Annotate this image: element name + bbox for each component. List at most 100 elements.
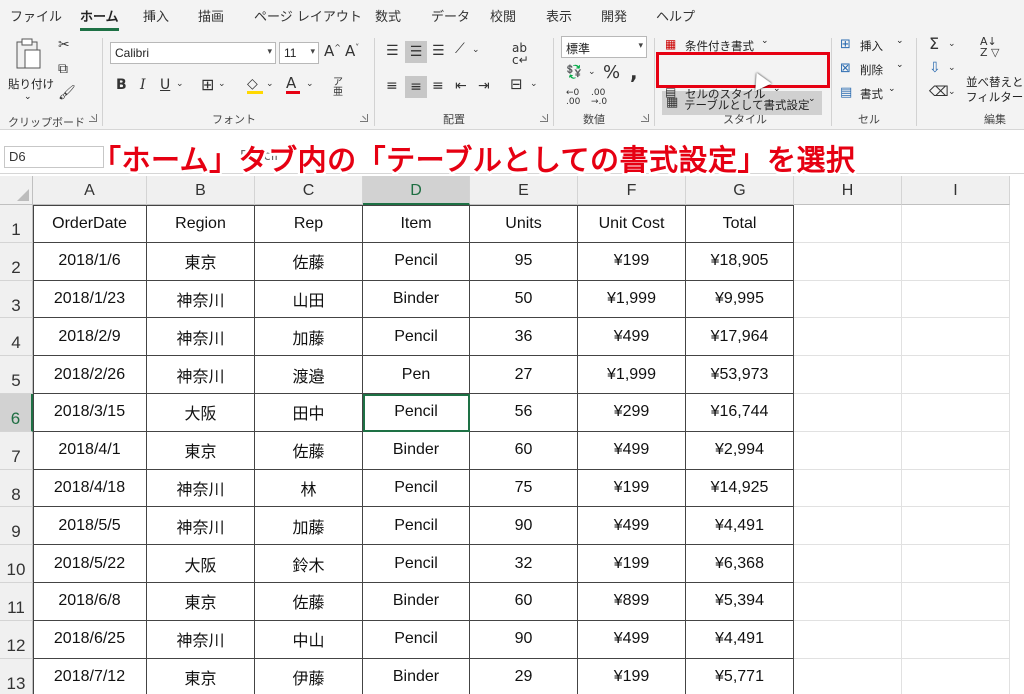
- column-header-f[interactable]: F: [578, 176, 686, 205]
- grow-font-icon[interactable]: A^: [324, 44, 341, 59]
- delete-cells-button[interactable]: ⊠ 削除 ⌄: [840, 60, 910, 80]
- table-cell[interactable]: ¥17,964: [686, 318, 794, 357]
- table-cell[interactable]: 2018/6/25: [33, 620, 147, 659]
- format-cells-button[interactable]: ▤ 書式 ⌄: [840, 84, 910, 104]
- insert-cells-button[interactable]: ⊞ 挿入 ⌄: [840, 36, 910, 56]
- table-cell[interactable]: Pencil: [363, 620, 470, 659]
- table-cell[interactable]: [902, 394, 1010, 432]
- copy-icon[interactable]: ⧉: [58, 62, 68, 76]
- chevron-down-icon[interactable]: ⌄: [948, 64, 956, 73]
- chevron-down-icon[interactable]: ⌄: [588, 68, 596, 77]
- table-cell[interactable]: 2018/4/18: [33, 469, 147, 508]
- table-cell[interactable]: 90: [470, 620, 578, 659]
- table-cell[interactable]: [902, 658, 1010, 694]
- increase-decimal-icon[interactable]: ←0.00: [566, 89, 580, 107]
- row-header-3[interactable]: 3: [0, 280, 33, 319]
- number-format-select[interactable]: 標準 ▾: [561, 36, 647, 58]
- table-cell[interactable]: 32: [470, 545, 578, 583]
- column-header-e[interactable]: E: [470, 176, 578, 205]
- table-cell[interactable]: Pencil: [363, 545, 470, 583]
- paste-button[interactable]: 貼り付け ⌄: [6, 38, 54, 104]
- table-cell[interactable]: 神奈川: [147, 318, 255, 357]
- chevron-down-icon[interactable]: ⌄: [948, 88, 956, 97]
- font-launcher-icon[interactable]: [360, 114, 368, 122]
- comma-style-icon[interactable]: ,: [630, 62, 638, 82]
- font-name-select[interactable]: Calibri ▾: [110, 42, 276, 64]
- table-cell[interactable]: Binder: [363, 658, 470, 694]
- align-top-icon[interactable]: ☰: [386, 44, 399, 58]
- percent-icon[interactable]: %: [603, 64, 620, 82]
- chevron-down-icon[interactable]: ⌄: [530, 80, 538, 89]
- table-cell[interactable]: [794, 469, 902, 508]
- align-left-icon[interactable]: ≡: [386, 79, 398, 93]
- table-cell[interactable]: ¥53,973: [686, 356, 794, 394]
- table-cell[interactable]: 佐藤: [255, 583, 363, 621]
- tab-review[interactable]: 校閲: [490, 6, 516, 25]
- row-header-6[interactable]: 6: [0, 394, 33, 432]
- tab-formulas[interactable]: 数式: [375, 6, 401, 25]
- table-cell[interactable]: 大阪: [147, 545, 255, 583]
- table-cell[interactable]: 29: [470, 658, 578, 694]
- select-all-corner[interactable]: [0, 176, 33, 205]
- table-cell[interactable]: 2018/1/23: [33, 280, 147, 319]
- table-cell[interactable]: 2018/2/26: [33, 356, 147, 394]
- tab-home[interactable]: ホーム: [80, 6, 119, 31]
- clipboard-launcher-icon[interactable]: [89, 114, 97, 122]
- table-cell[interactable]: 2018/4/1: [33, 431, 147, 470]
- wrap-text-icon[interactable]: ab c↵: [512, 42, 529, 66]
- table-cell[interactable]: 神奈川: [147, 280, 255, 319]
- table-cell[interactable]: Pencil: [363, 507, 470, 546]
- table-cell[interactable]: ¥14,925: [686, 469, 794, 508]
- table-cell[interactable]: [902, 469, 1010, 508]
- tab-draw[interactable]: 描画: [198, 6, 224, 25]
- alignment-launcher-icon[interactable]: [540, 114, 548, 122]
- column-header-i[interactable]: I: [902, 176, 1010, 205]
- table-cell[interactable]: 60: [470, 431, 578, 470]
- column-header-c[interactable]: C: [255, 176, 363, 205]
- table-cell[interactable]: [902, 620, 1010, 659]
- table-cell[interactable]: [794, 356, 902, 394]
- column-header-a[interactable]: A: [33, 176, 147, 205]
- table-cell[interactable]: ¥499: [578, 620, 686, 659]
- table-cell[interactable]: ¥18,905: [686, 242, 794, 281]
- chevron-down-icon[interactable]: ⌄: [948, 40, 956, 49]
- table-cell[interactable]: [794, 280, 902, 319]
- table-cell[interactable]: 東京: [147, 242, 255, 281]
- cut-icon[interactable]: ✂: [58, 38, 70, 52]
- table-cell[interactable]: ¥199: [578, 242, 686, 281]
- table-cell[interactable]: ¥5,394: [686, 583, 794, 621]
- chevron-down-icon[interactable]: ⌄: [266, 80, 274, 89]
- row-header-9[interactable]: 9: [0, 507, 33, 546]
- row-header-11[interactable]: 11: [0, 583, 33, 621]
- table-cell[interactable]: 95: [470, 242, 578, 281]
- italic-icon[interactable]: I: [140, 78, 146, 92]
- table-cell[interactable]: 60: [470, 583, 578, 621]
- table-cell[interactable]: [794, 318, 902, 357]
- table-cell[interactable]: ¥499: [578, 318, 686, 357]
- table-cell[interactable]: 2018/1/6: [33, 242, 147, 281]
- column-header-b[interactable]: B: [147, 176, 255, 205]
- table-cell[interactable]: ¥1,999: [578, 356, 686, 394]
- table-cell[interactable]: 2018/5/22: [33, 545, 147, 583]
- table-cell[interactable]: [902, 507, 1010, 546]
- name-box[interactable]: D6: [4, 146, 104, 168]
- table-cell[interactable]: ¥5,771: [686, 658, 794, 694]
- orientation-icon[interactable]: ⟋: [455, 42, 465, 56]
- table-cell[interactable]: [902, 318, 1010, 357]
- table-cell[interactable]: 神奈川: [147, 507, 255, 546]
- table-cell[interactable]: [794, 431, 902, 470]
- column-header-d[interactable]: D: [363, 176, 470, 205]
- table-cell[interactable]: 山田: [255, 280, 363, 319]
- tab-help[interactable]: ヘルプ: [656, 6, 695, 25]
- table-cell[interactable]: 2018/3/15: [33, 394, 147, 432]
- row-header-7[interactable]: 7: [0, 431, 33, 470]
- table-cell[interactable]: 加藤: [255, 318, 363, 357]
- table-cell[interactable]: ¥9,995: [686, 280, 794, 319]
- row-header-4[interactable]: 4: [0, 318, 33, 357]
- fill-color-icon[interactable]: ◇: [247, 77, 263, 94]
- fill-icon[interactable]: ⇩: [929, 61, 941, 75]
- bold-icon[interactable]: B: [116, 78, 127, 92]
- table-cell[interactable]: Pencil: [363, 469, 470, 508]
- table-cell[interactable]: [902, 545, 1010, 583]
- table-cell[interactable]: ¥199: [578, 469, 686, 508]
